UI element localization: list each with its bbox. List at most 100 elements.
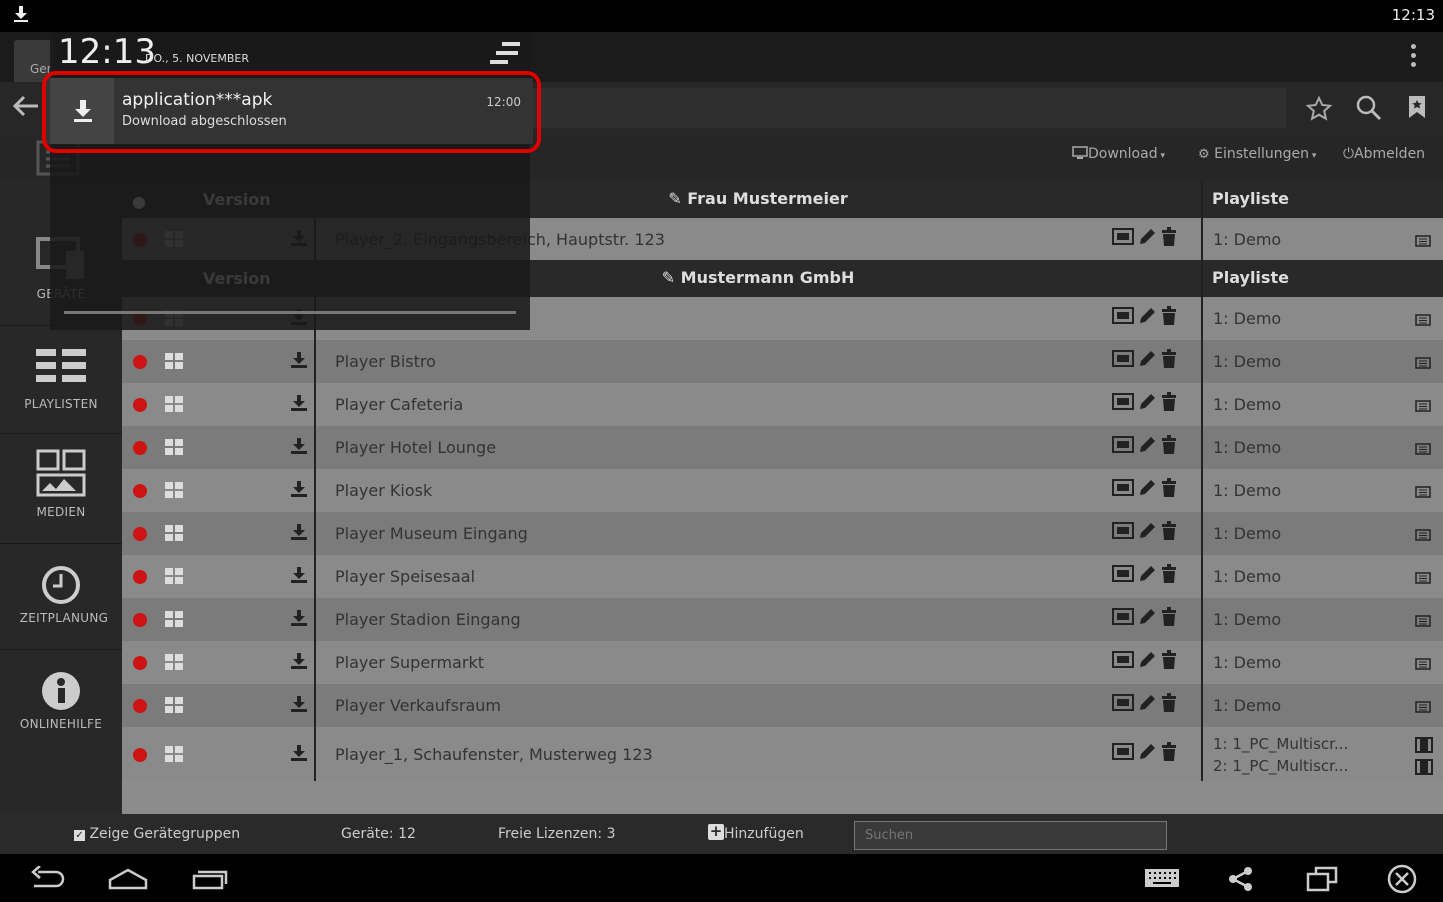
playlist-name[interactable]: 1: Demo: [1213, 524, 1281, 543]
playlist-icon[interactable]: [1415, 440, 1431, 459]
device-name[interactable]: Player Hotel Lounge: [335, 438, 496, 457]
film-icon[interactable]: [1415, 759, 1433, 775]
trash-icon[interactable]: [1161, 392, 1177, 416]
star-icon[interactable]: [1306, 96, 1332, 122]
playlist-name[interactable]: 1: 1_PC_Multiscr...: [1213, 735, 1348, 753]
playlist-name[interactable]: 1: Demo: [1213, 352, 1281, 371]
sidebar-item-schedule[interactable]: ZEITPLANUNG: [0, 543, 122, 650]
device-name[interactable]: Player Bistro: [335, 352, 436, 371]
playlist-icon[interactable]: [1415, 698, 1431, 717]
download-icon[interactable]: [291, 438, 307, 454]
edit-pencil-icon[interactable]: [1137, 435, 1157, 459]
playlist-icon[interactable]: [1415, 397, 1431, 416]
download-menu[interactable]: Download ▾: [1072, 146, 1165, 162]
playlist-name[interactable]: 1: Demo: [1213, 696, 1281, 715]
show-groups-toggle[interactable]: ✓ Zeige Gerätegruppen: [74, 826, 240, 842]
playlist-icon[interactable]: [1415, 759, 1433, 779]
sidebar-item-media[interactable]: MEDIEN: [0, 433, 122, 544]
edit-pencil-icon[interactable]: [1137, 392, 1157, 416]
playlist-icon[interactable]: [1415, 354, 1431, 373]
overflow-menu-icon[interactable]: [1411, 44, 1417, 71]
screen-mirror-icon[interactable]: [1306, 866, 1338, 892]
edit-pencil-icon[interactable]: [1137, 306, 1157, 330]
playlist-icon[interactable]: [1415, 612, 1431, 631]
device-name[interactable]: Player Kiosk: [335, 481, 432, 500]
screen-group-icon[interactable]: [1112, 564, 1134, 588]
trash-icon[interactable]: [1161, 521, 1177, 545]
device-name[interactable]: Player Stadion Eingang: [335, 610, 521, 629]
download-icon[interactable]: [291, 395, 307, 411]
download-icon[interactable]: [291, 653, 307, 669]
device-name[interactable]: Player Cafeteria: [335, 395, 463, 414]
logout-link[interactable]: ⏻Abmelden: [1343, 146, 1425, 162]
playlist-list-icon[interactable]: [1415, 235, 1431, 247]
edit-pencil-icon[interactable]: [1137, 227, 1157, 251]
playlist-list-icon[interactable]: [1415, 314, 1431, 326]
close-circle-icon[interactable]: [1386, 863, 1418, 895]
playlist-list-icon[interactable]: [1415, 701, 1431, 713]
edit-pencil-icon[interactable]: [1137, 693, 1157, 717]
trash-icon[interactable]: [1161, 693, 1177, 717]
screen-group-icon[interactable]: [1112, 435, 1134, 459]
search-icon[interactable]: [1356, 95, 1382, 121]
back-arrow-icon[interactable]: [12, 94, 40, 118]
trash-icon[interactable]: [1161, 349, 1177, 373]
trash-icon[interactable]: [1161, 478, 1177, 502]
film-icon[interactable]: [1415, 737, 1433, 753]
download-icon[interactable]: [291, 745, 307, 761]
recent-apps-icon[interactable]: [192, 868, 228, 890]
trash-icon[interactable]: [1161, 607, 1177, 631]
playlist-list-icon[interactable]: [1415, 572, 1431, 584]
playlist-icon[interactable]: [1415, 311, 1431, 330]
edit-pencil-icon[interactable]: [1137, 564, 1157, 588]
trash-icon[interactable]: [1161, 650, 1177, 674]
device-name[interactable]: Player Supermarkt: [335, 653, 484, 672]
edit-pencil-icon[interactable]: [1137, 607, 1157, 631]
checkbox-icon[interactable]: ✓: [74, 830, 85, 841]
share-icon[interactable]: [1228, 866, 1254, 892]
device-name[interactable]: Player Museum Eingang: [335, 524, 528, 543]
screen-group-icon[interactable]: [1112, 349, 1134, 373]
playlist-list-icon[interactable]: [1415, 529, 1431, 541]
download-icon[interactable]: [291, 524, 307, 540]
screen-group-icon[interactable]: [1112, 392, 1134, 416]
table-row[interactable]: Player Verkaufsraum 1: Demo: [122, 684, 1443, 727]
edit-pencil-icon[interactable]: [1137, 742, 1157, 766]
table-row[interactable]: Player_1, Schaufenster, Musterweg 123 1: …: [122, 727, 1443, 782]
settings-menu[interactable]: ⚙ Einstellungen ▾: [1198, 146, 1316, 162]
sidebar-item-help[interactable]: ONLINEHILFE: [0, 649, 122, 755]
device-name[interactable]: Player_1, Schaufenster, Musterweg 123: [335, 745, 653, 764]
edit-pencil-icon[interactable]: [1137, 521, 1157, 545]
keyboard-icon[interactable]: [1144, 868, 1180, 888]
download-icon[interactable]: [291, 352, 307, 368]
bookmark-icon[interactable]: [1407, 94, 1427, 120]
sidebar-item-playlists[interactable]: PLAYLISTEN: [0, 325, 122, 434]
screen-group-icon[interactable]: [1112, 742, 1134, 766]
playlist-list-icon[interactable]: [1415, 443, 1431, 455]
playlist-name[interactable]: 1: Demo: [1213, 610, 1281, 629]
trash-icon[interactable]: [1161, 306, 1177, 330]
screen-group-icon[interactable]: [1112, 306, 1134, 330]
trash-icon[interactable]: [1161, 435, 1177, 459]
table-row[interactable]: Player Speisesaal 1: Demo: [122, 555, 1443, 598]
table-row[interactable]: Player Kiosk 1: Demo: [122, 469, 1443, 512]
download-icon[interactable]: [291, 481, 307, 497]
screen-group-icon[interactable]: [1112, 478, 1134, 502]
shade-handle[interactable]: [64, 311, 516, 314]
device-name[interactable]: Player Verkaufsraum: [335, 696, 501, 715]
playlist-name[interactable]: 1: Demo: [1213, 481, 1281, 500]
table-row[interactable]: Player Hotel Lounge 1: Demo: [122, 426, 1443, 469]
table-row[interactable]: Player Supermarkt 1: Demo: [122, 641, 1443, 684]
download-icon[interactable]: [291, 567, 307, 583]
trash-icon[interactable]: [1161, 227, 1177, 251]
screen-group-icon[interactable]: [1112, 650, 1134, 674]
playlist-icon[interactable]: [1415, 232, 1431, 251]
screen-group-icon[interactable]: [1112, 607, 1134, 631]
playlist-name[interactable]: 1: Demo: [1213, 309, 1281, 328]
playlist-list-icon[interactable]: [1415, 615, 1431, 627]
playlist-name[interactable]: 1: Demo: [1213, 438, 1281, 457]
screen-group-icon[interactable]: [1112, 227, 1134, 251]
quick-settings-icon[interactable]: [490, 40, 522, 66]
playlist-list-icon[interactable]: [1415, 486, 1431, 498]
playlist-name[interactable]: 2: 1_PC_Multiscr...: [1213, 757, 1348, 775]
